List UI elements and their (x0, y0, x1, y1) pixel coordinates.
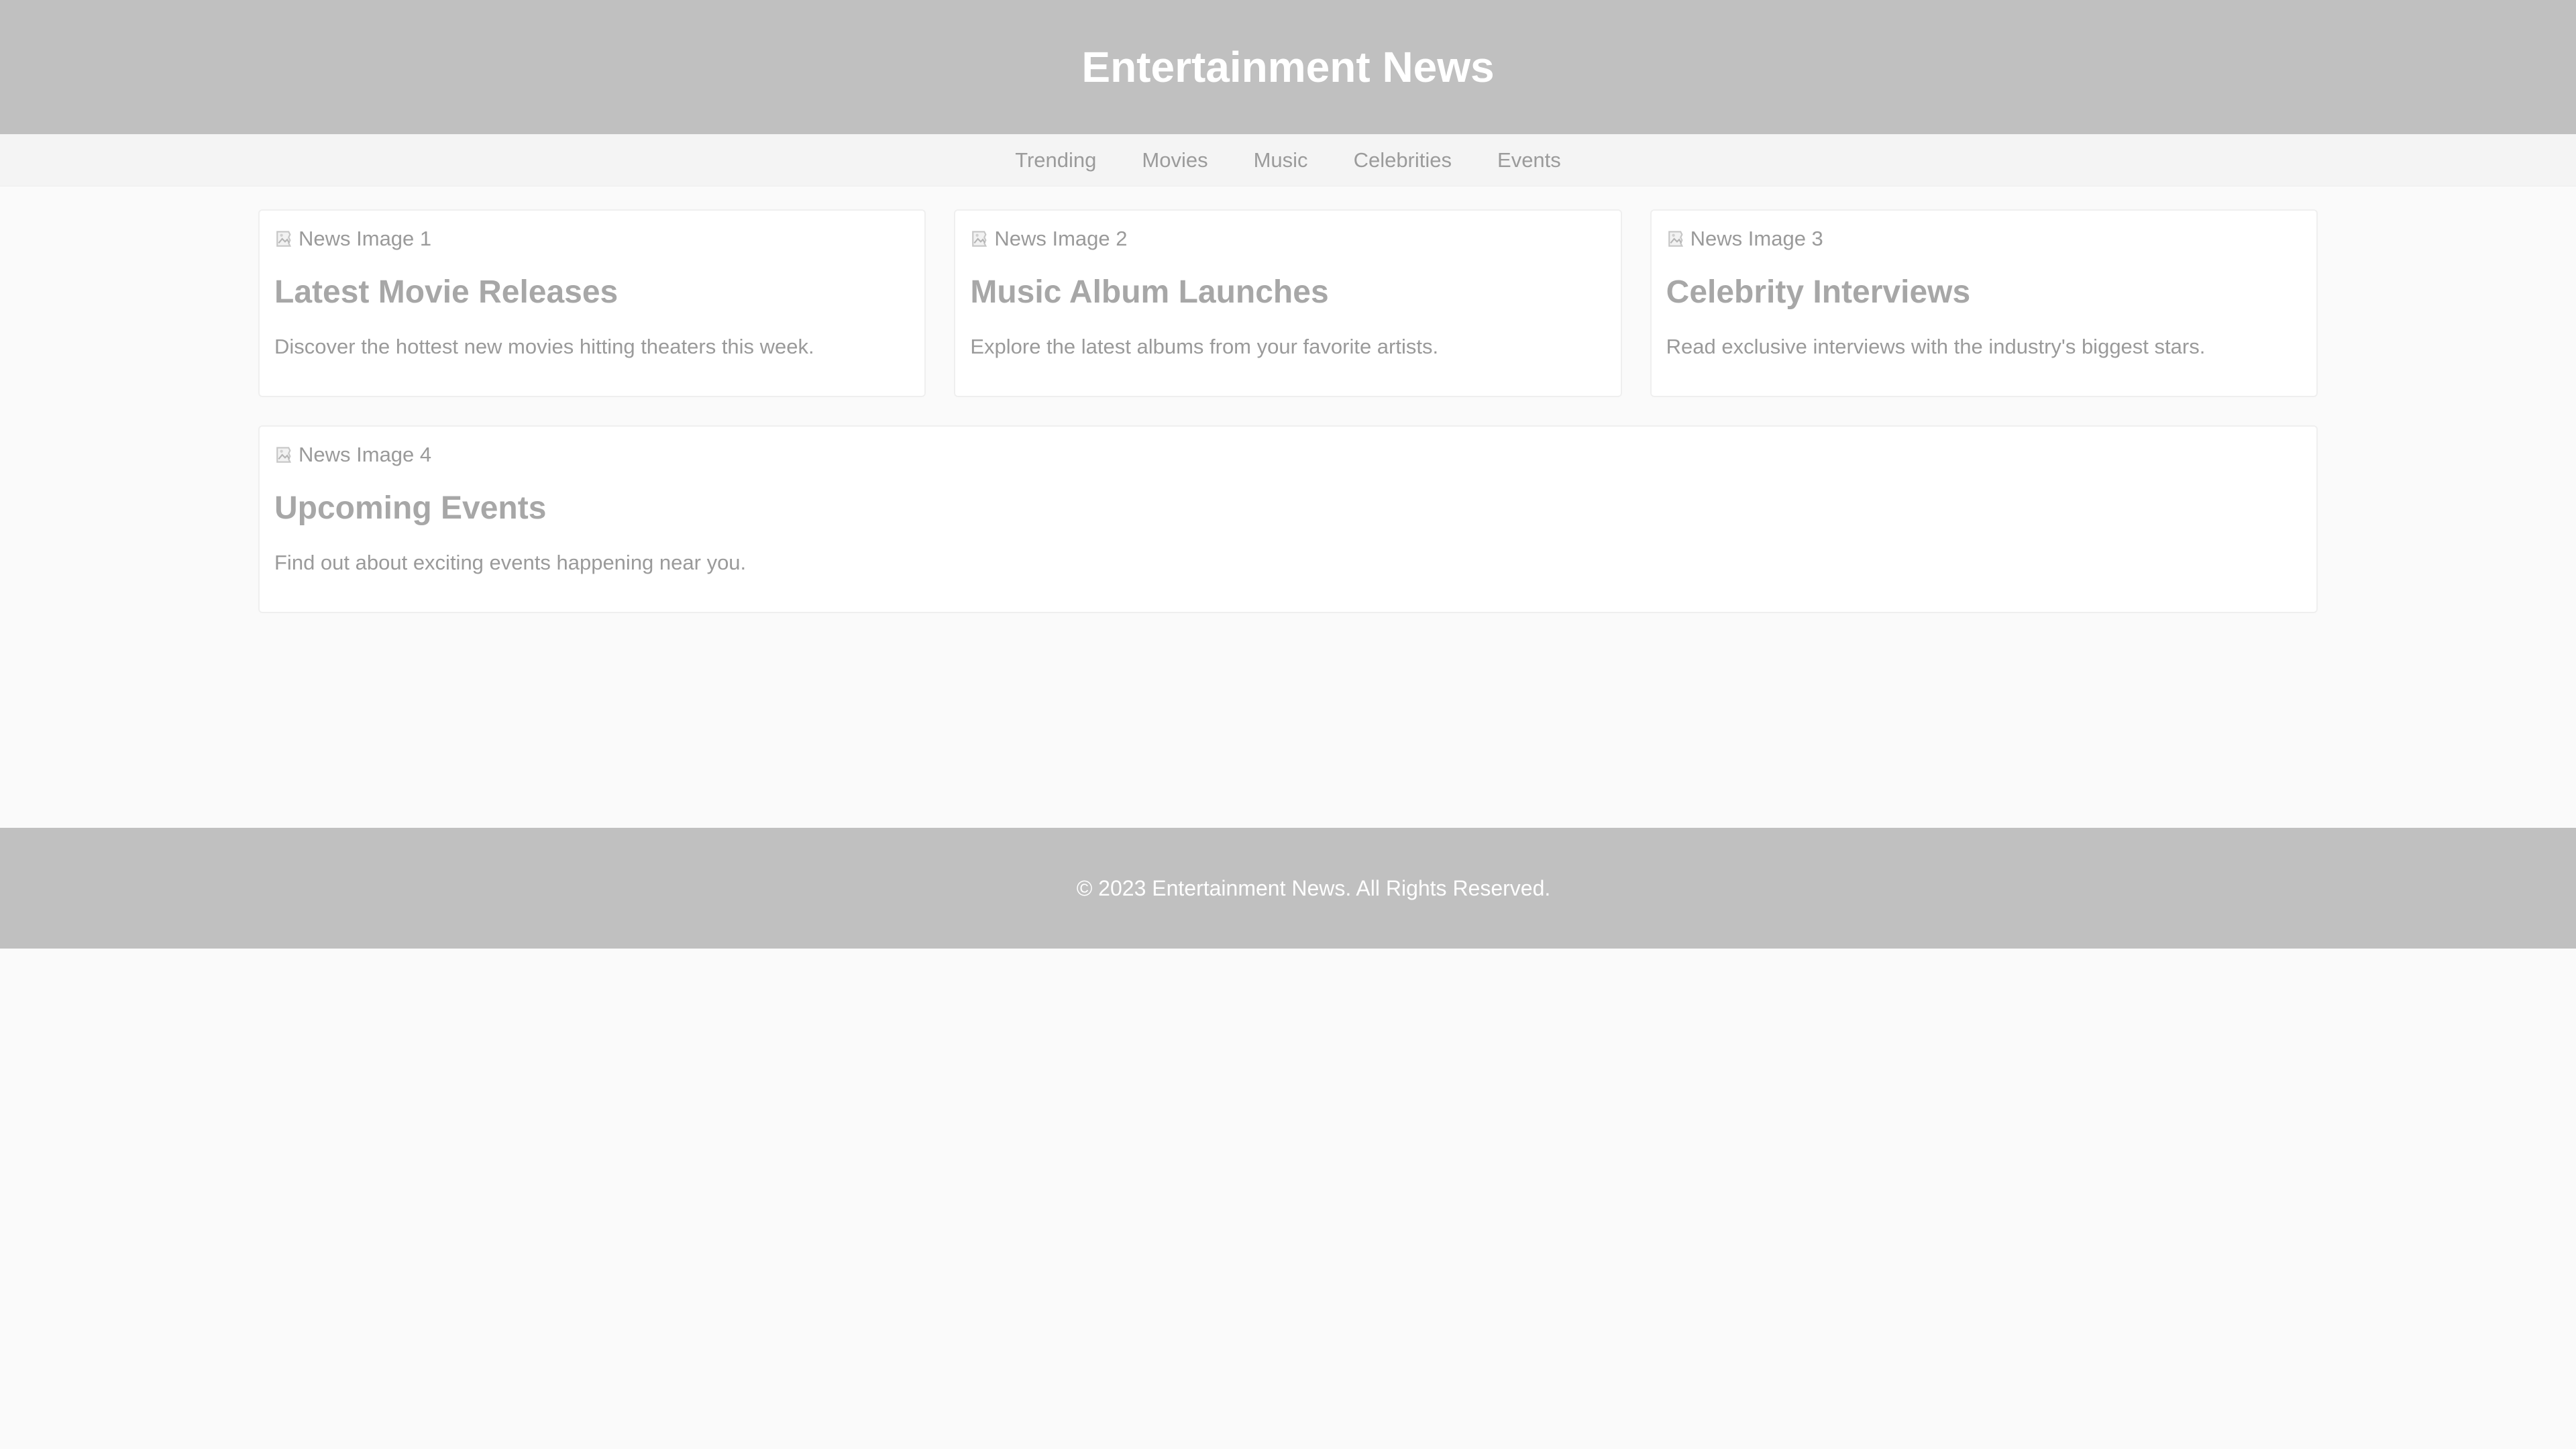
news-card-title[interactable]: Music Album Launches (970, 274, 1605, 311)
nav-link-events[interactable]: Events (1497, 148, 1561, 172)
image-alt-text: News Image 1 (299, 227, 432, 250)
site-title: Entertainment News (1081, 43, 1495, 91)
news-card[interactable]: News Image 4 Upcoming Events Find out ab… (258, 425, 2318, 613)
news-card-description: Explore the latest albums from your favo… (970, 335, 1439, 358)
nav-link-movies[interactable]: Movies (1142, 148, 1208, 172)
broken-image-icon (1668, 231, 1683, 247)
news-card-description: Find out about exciting events happening… (274, 551, 747, 574)
main-nav: Trending Movies Music Celebrities Events (0, 134, 2576, 186)
news-grid: News Image 1 Latest Movie Releases Disco… (258, 209, 2318, 613)
site-header: Entertainment News (0, 0, 2576, 134)
broken-image-icon (972, 231, 987, 247)
news-card[interactable]: News Image 2 Music Album Launches Explor… (954, 209, 1622, 397)
news-image: News Image 3 (1666, 224, 2302, 254)
news-image: News Image 2 (970, 224, 1605, 254)
news-image: News Image 4 (274, 440, 2302, 470)
news-card-title[interactable]: Upcoming Events (274, 490, 2302, 527)
copyright-text: © 2023 Entertainment News. All Rights Re… (1076, 875, 1551, 900)
news-card-title[interactable]: Celebrity Interviews (1666, 274, 2302, 311)
news-card-description: Discover the hottest new movies hitting … (274, 335, 814, 358)
nav-link-music[interactable]: Music (1254, 148, 1308, 172)
nav-link-trending[interactable]: Trending (1015, 148, 1096, 172)
site-footer: © 2023 Entertainment News. All Rights Re… (0, 828, 2576, 949)
broken-image-icon (276, 447, 292, 463)
broken-image-icon (276, 231, 292, 247)
image-alt-text: News Image 3 (1690, 227, 1823, 250)
news-card[interactable]: News Image 3 Celebrity Interviews Read e… (1650, 209, 2318, 397)
news-card-description: Read exclusive interviews with the indus… (1666, 335, 2206, 358)
image-alt-text: News Image 4 (299, 443, 432, 466)
news-card[interactable]: News Image 1 Latest Movie Releases Disco… (258, 209, 926, 397)
main-content: News Image 1 Latest Movie Releases Disco… (0, 186, 2576, 643)
nav-link-celebrities[interactable]: Celebrities (1354, 148, 1452, 172)
news-card-title[interactable]: Latest Movie Releases (274, 274, 910, 311)
news-image: News Image 1 (274, 224, 910, 254)
image-alt-text: News Image 2 (994, 227, 1128, 250)
